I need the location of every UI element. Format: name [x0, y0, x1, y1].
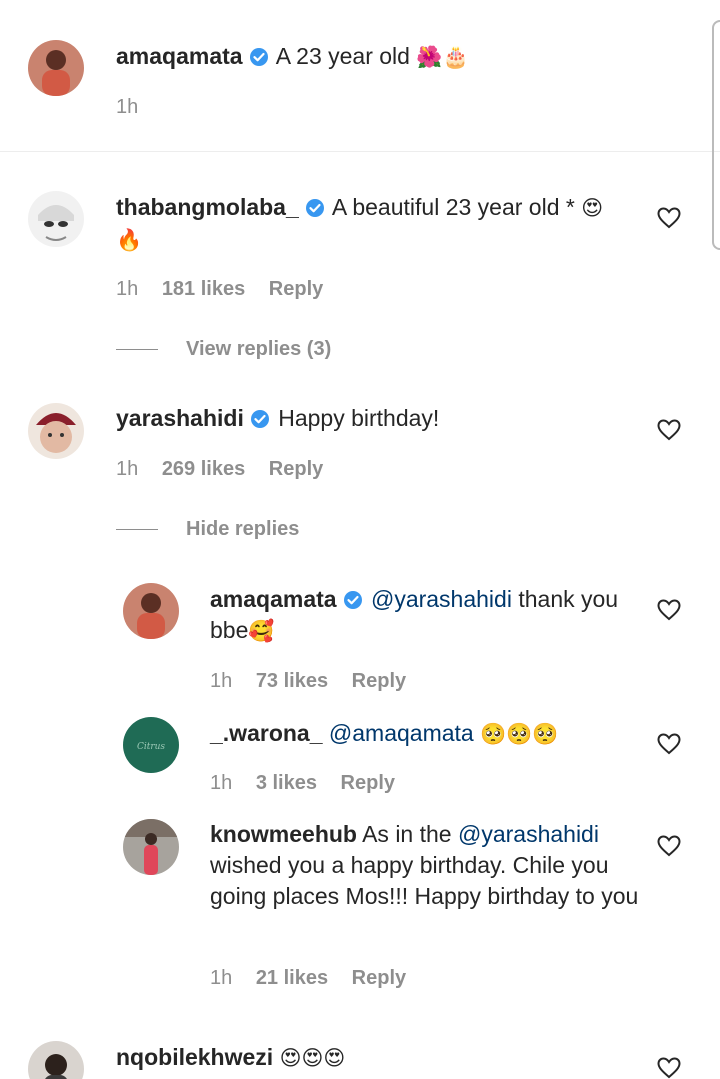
like-heart-icon[interactable] [656, 597, 682, 623]
reply-button[interactable]: Reply [269, 278, 323, 300]
likes-count[interactable]: 3 likes [256, 772, 317, 794]
verified-badge-icon [249, 47, 269, 67]
comment-text: nqobilekhwezi 😍😍😍 [116, 1042, 636, 1074]
reply-button[interactable]: Reply [269, 458, 323, 480]
username[interactable]: knowmeehub [210, 821, 357, 847]
like-heart-icon[interactable] [656, 417, 682, 443]
comment-meta: 1h [116, 96, 156, 119]
avatar[interactable] [28, 191, 84, 247]
comment-message: Happy birthday! [278, 405, 440, 431]
username[interactable]: _.warona_ [210, 720, 323, 746]
timestamp: 1h [116, 458, 139, 480]
hide-replies-label: Hide replies [186, 518, 300, 540]
view-replies-label: View replies (3) [186, 338, 332, 360]
avatar[interactable]: Citrus [123, 717, 179, 773]
reply-button[interactable]: Reply [341, 772, 395, 794]
reply-emoji: 🥺🥺🥺 [480, 722, 559, 746]
username[interactable]: amaqamata [116, 43, 243, 69]
divider-line [116, 529, 158, 531]
timestamp: 1h [210, 670, 233, 692]
reply-text: knowmeehub As in the @yarashahidi wished… [210, 819, 640, 912]
comment-meta: 1h 269 likes Reply [116, 458, 341, 481]
caption-message: A 23 year old [275, 43, 410, 69]
likes-count[interactable]: 21 likes [256, 967, 328, 989]
avatar[interactable] [123, 583, 179, 639]
comment-message: A beautiful 23 year old * [331, 194, 575, 220]
divider-line [116, 349, 158, 351]
timestamp: 1h [210, 967, 233, 989]
username[interactable]: yarashahidi [116, 405, 244, 431]
avatar[interactable] [28, 40, 84, 96]
comment-text: thabangmolaba_ A beautiful 23 year old *… [116, 192, 636, 256]
reply-message: wished you a happy birthday. Chile you g… [210, 852, 639, 909]
likes-count[interactable]: 269 likes [162, 458, 245, 480]
comment-meta: 1h 73 likes Reply [210, 670, 424, 693]
avatar[interactable] [123, 819, 179, 875]
post-caption: amaqamata A 23 year old 🌺🎂 1h [0, 0, 720, 152]
reply-message: As in the [362, 821, 458, 847]
comment-meta: 1h 21 likes Reply [210, 967, 424, 990]
verified-badge-icon [343, 590, 363, 610]
comment-emoji: 😍 [581, 196, 604, 220]
caption-emoji: 🌺🎂 [416, 45, 469, 69]
likes-count[interactable]: 73 likes [256, 670, 328, 692]
comment-meta: 1h 3 likes Reply [210, 772, 413, 795]
mention-link[interactable]: @yarashahidi [371, 586, 512, 612]
timestamp: 1h [116, 278, 139, 300]
reply-text: amaqamata @yarashahidi thank you bbe🥰 [210, 584, 630, 647]
caption-text: amaqamata A 23 year old 🌺🎂 [116, 41, 676, 73]
scrollbar[interactable] [712, 20, 720, 250]
comment-emoji: 🔥 [116, 228, 143, 252]
username[interactable]: amaqamata [210, 586, 337, 612]
reply-button[interactable]: Reply [352, 967, 406, 989]
mention-link[interactable]: @yarashahidi [458, 821, 599, 847]
avatar[interactable] [28, 1041, 84, 1079]
timestamp: 1h [116, 96, 139, 118]
verified-badge-icon [250, 409, 270, 429]
avatar[interactable] [28, 403, 84, 459]
username[interactable]: thabangmolaba_ [116, 194, 299, 220]
likes-count[interactable]: 181 likes [162, 278, 245, 300]
timestamp: 1h [210, 772, 233, 794]
verified-badge-icon [305, 198, 325, 218]
view-replies-button[interactable]: View replies (3) [116, 338, 331, 361]
reply-button[interactable]: Reply [352, 670, 406, 692]
comment-meta: 1h 181 likes Reply [116, 278, 341, 301]
mention-link[interactable]: @amaqamata [329, 720, 474, 746]
hide-replies-button[interactable]: Hide replies [116, 518, 299, 541]
comment-text: yarashahidi Happy birthday! [116, 403, 636, 434]
like-heart-icon[interactable] [656, 1055, 682, 1079]
like-heart-icon[interactable] [656, 833, 682, 859]
reply-text: _.warona_ @amaqamata 🥺🥺🥺 [210, 718, 630, 750]
reply-emoji: 🥰 [248, 619, 275, 643]
like-heart-icon[interactable] [656, 205, 682, 231]
comment-emoji: 😍😍😍 [279, 1046, 346, 1070]
username[interactable]: nqobilekhwezi [116, 1044, 273, 1070]
like-heart-icon[interactable] [656, 731, 682, 757]
svg-text:Citrus: Citrus [137, 742, 165, 752]
